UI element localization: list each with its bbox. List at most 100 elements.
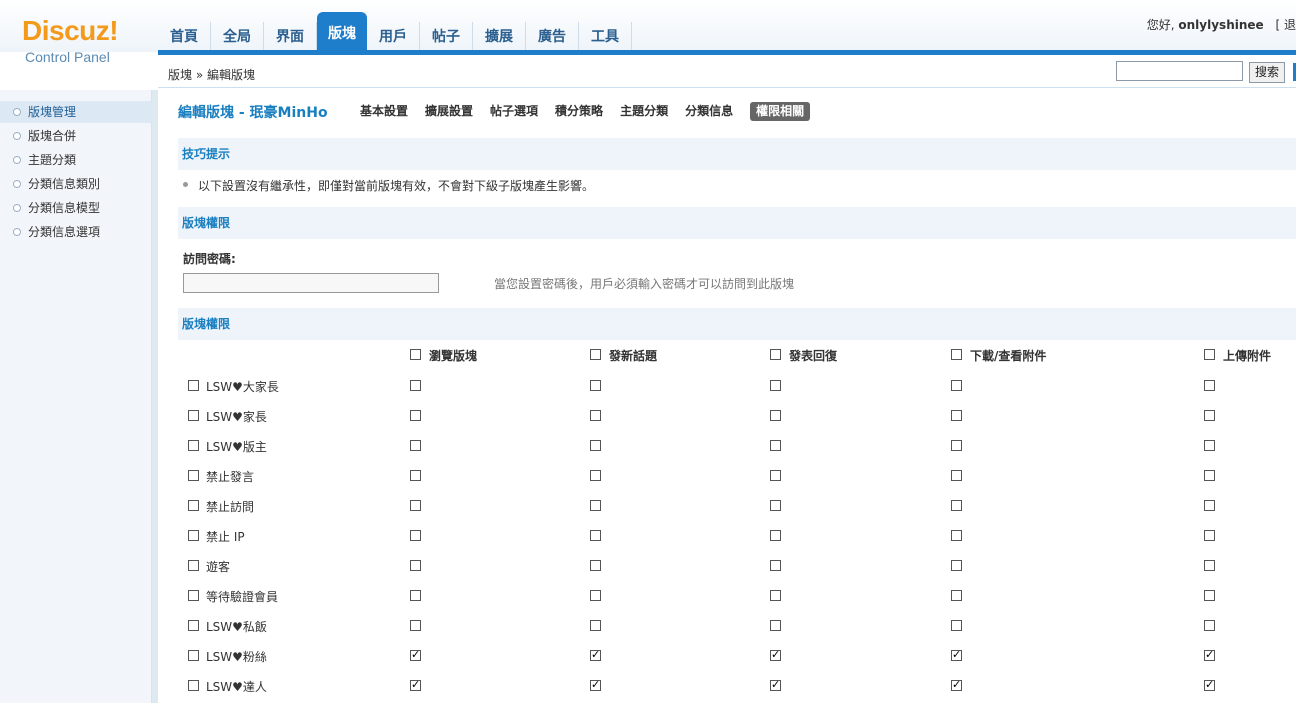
nav-tab[interactable]: 工具	[579, 22, 632, 52]
permission-checkbox[interactable]	[1204, 500, 1215, 511]
permission-checkbox[interactable]	[770, 380, 781, 391]
permission-checkbox[interactable]	[410, 440, 421, 451]
permission-checkbox[interactable]	[951, 648, 962, 662]
permission-checkbox[interactable]	[951, 410, 962, 421]
permission-checkbox[interactable]	[951, 500, 962, 511]
permission-checkbox[interactable]	[410, 470, 421, 481]
permission-checkbox[interactable]	[410, 530, 421, 541]
nav-tab[interactable]: 首頁	[158, 22, 211, 52]
sub-tab[interactable]: 帖子選項	[490, 102, 538, 121]
permission-checkbox[interactable]	[951, 560, 962, 571]
select-all-checkbox[interactable]	[951, 349, 962, 360]
sub-tab[interactable]: 分類信息	[685, 102, 733, 121]
permission-checkbox[interactable]	[410, 380, 421, 391]
sidebar-item[interactable]: 分類信息選項	[0, 221, 152, 243]
permission-checkbox[interactable]	[410, 560, 421, 571]
permission-checkbox[interactable]	[770, 410, 781, 421]
select-all-checkbox[interactable]	[590, 349, 601, 360]
permission-checkbox[interactable]	[1204, 380, 1215, 391]
row-select-checkbox[interactable]	[188, 650, 199, 661]
nav-tab[interactable]: 版塊	[317, 12, 367, 52]
row-select-checkbox[interactable]	[188, 500, 199, 511]
row-select-checkbox[interactable]	[188, 590, 199, 601]
row-select-checkbox[interactable]	[188, 440, 199, 451]
permission-checkbox[interactable]	[770, 560, 781, 571]
permission-checkbox[interactable]	[590, 500, 601, 511]
permission-checkbox[interactable]	[1204, 530, 1215, 541]
permission-checkbox[interactable]	[770, 500, 781, 511]
permission-checkbox[interactable]	[1204, 648, 1215, 662]
row-select-checkbox[interactable]	[188, 530, 199, 541]
permission-checkbox[interactable]	[770, 648, 781, 662]
permission-checkbox[interactable]	[410, 678, 421, 692]
search-input[interactable]	[1116, 61, 1243, 81]
permission-checkbox[interactable]	[410, 590, 421, 601]
permission-checkbox[interactable]	[1204, 560, 1215, 571]
select-all-checkbox[interactable]	[1204, 349, 1215, 360]
permission-checkbox[interactable]	[951, 470, 962, 481]
sidebar-item[interactable]: 版塊合併	[0, 125, 152, 147]
permission-checkbox[interactable]	[410, 648, 421, 662]
user-name[interactable]: onlylyshinee	[1178, 18, 1263, 32]
sub-tab[interactable]: 積分策略	[555, 102, 603, 121]
sub-tab[interactable]: 主題分類	[620, 102, 668, 121]
search-button[interactable]: 搜索	[1249, 62, 1285, 83]
permission-checkbox[interactable]	[951, 590, 962, 601]
permission-checkbox[interactable]	[770, 470, 781, 481]
permission-checkbox[interactable]	[410, 500, 421, 511]
sub-tab[interactable]: 擴展設置	[425, 102, 473, 121]
permission-checkbox[interactable]	[590, 530, 601, 541]
nav-tab[interactable]: 帖子	[420, 22, 473, 52]
permission-checkbox[interactable]	[590, 678, 601, 692]
nav-tab[interactable]: 用戶	[367, 22, 420, 52]
permission-checkbox[interactable]	[770, 590, 781, 601]
permission-checkbox[interactable]	[951, 380, 962, 391]
select-all-checkbox[interactable]	[410, 349, 421, 360]
permission-checkbox[interactable]	[590, 470, 601, 481]
permission-checkbox[interactable]	[590, 380, 601, 391]
permission-checkbox[interactable]	[1204, 620, 1215, 631]
permission-checkbox[interactable]	[770, 678, 781, 692]
permission-checkbox[interactable]	[770, 440, 781, 451]
nav-tab[interactable]: 界面	[264, 22, 317, 52]
row-select-checkbox[interactable]	[188, 380, 199, 391]
row-select-checkbox[interactable]	[188, 560, 199, 571]
nav-tab[interactable]: 擴展	[473, 22, 526, 52]
sidebar-item[interactable]: 分類信息類別	[0, 173, 152, 195]
sub-tab[interactable]: 權限相關	[750, 102, 811, 121]
permission-checkbox[interactable]	[951, 440, 962, 451]
permission-checkbox[interactable]	[590, 440, 601, 451]
permission-checkbox[interactable]	[770, 530, 781, 541]
permission-checkbox[interactable]	[1204, 590, 1215, 601]
sidebar-item[interactable]: 版塊管理	[0, 101, 152, 123]
logout-link[interactable]: [ 退	[1276, 18, 1296, 32]
sidebar-item[interactable]: 分類信息模型	[0, 197, 152, 219]
nav-tab[interactable]: 廣告	[526, 22, 579, 52]
row-select-checkbox[interactable]	[188, 410, 199, 421]
logo[interactable]: Discuz! Control Panel	[22, 16, 119, 66]
permission-checkbox[interactable]	[770, 620, 781, 631]
permission-checkbox[interactable]	[1204, 470, 1215, 481]
permission-checkbox[interactable]	[590, 620, 601, 631]
permission-checkbox[interactable]	[951, 620, 962, 631]
password-field[interactable]	[183, 273, 439, 293]
permission-checkbox[interactable]	[951, 530, 962, 541]
row-select-checkbox[interactable]	[188, 470, 199, 481]
select-all-checkbox[interactable]	[770, 349, 781, 360]
permission-checkbox[interactable]	[1204, 440, 1215, 451]
row-select-checkbox[interactable]	[188, 620, 199, 631]
permission-checkbox[interactable]	[1204, 410, 1215, 421]
nav-tab[interactable]: 全局	[211, 22, 264, 52]
permission-checkbox[interactable]	[951, 678, 962, 692]
permission-checkbox[interactable]	[590, 590, 601, 601]
sidebar-item[interactable]: 主題分類	[0, 149, 152, 171]
permission-checkbox[interactable]	[590, 410, 601, 421]
sidebar-item-label: 版塊合併	[28, 129, 77, 143]
permission-checkbox[interactable]	[410, 620, 421, 631]
permission-checkbox[interactable]	[590, 560, 601, 571]
permission-checkbox[interactable]	[1204, 678, 1215, 692]
row-select-checkbox[interactable]	[188, 680, 199, 691]
permission-checkbox[interactable]	[590, 648, 601, 662]
sub-tab[interactable]: 基本設置	[360, 102, 408, 121]
permission-checkbox[interactable]	[410, 410, 421, 421]
